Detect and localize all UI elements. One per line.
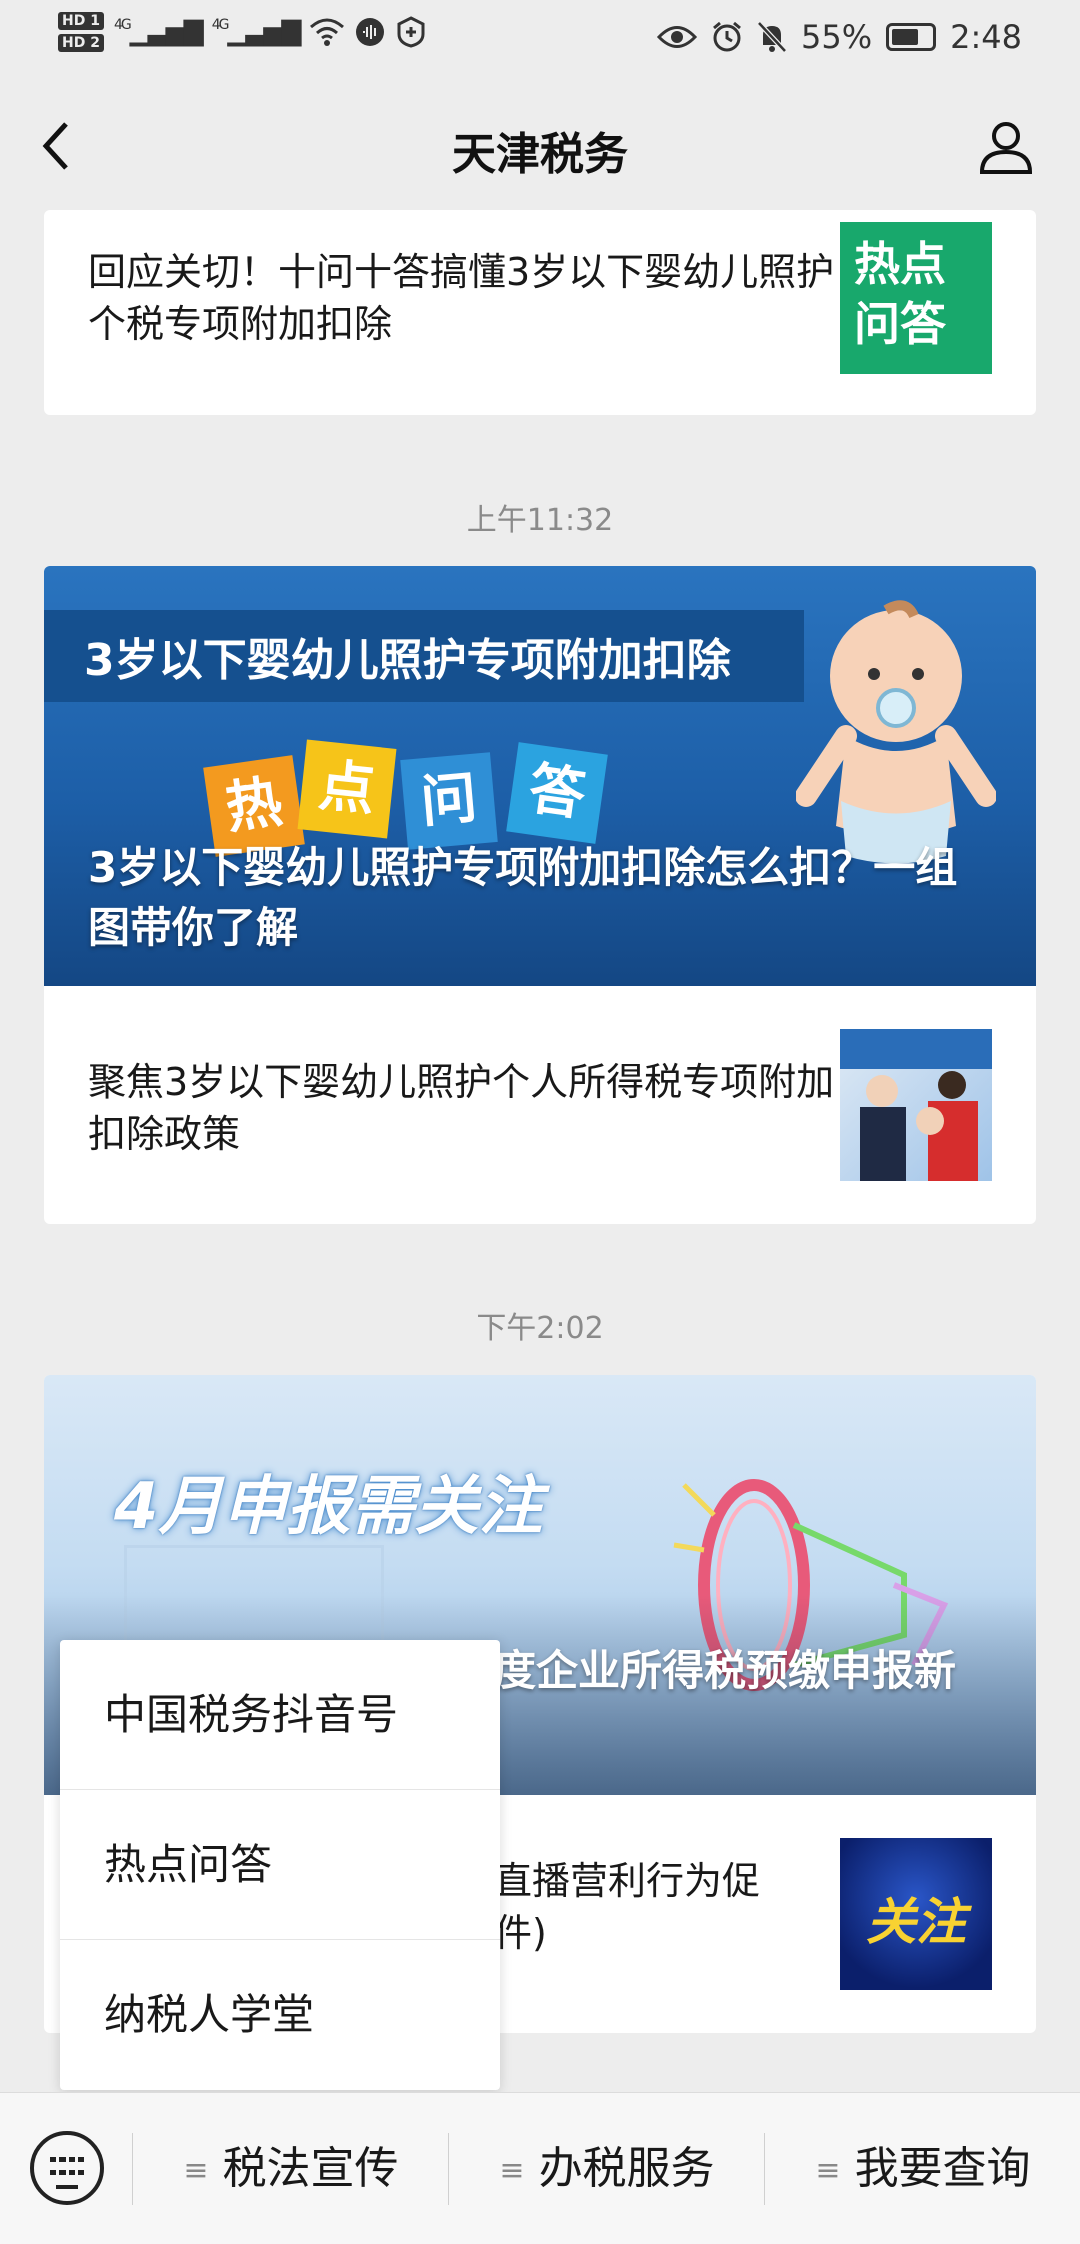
menu-lines-icon: ≡ — [499, 2153, 525, 2188]
hd2-badge: HD 2 — [58, 34, 104, 52]
mute-bell-icon — [757, 21, 787, 53]
divider — [132, 2133, 133, 2205]
article-title: 回应关切！十问十答搞懂3岁以下婴幼儿照护个税专项附加扣除 — [88, 250, 835, 346]
article-thumbnail: 热点 问答 — [840, 222, 992, 374]
banner-tag: 点 — [297, 739, 397, 839]
hd-indicators: HD 1 HD 2 — [58, 12, 104, 52]
signal-2-icon: 4G▁▃▅▇ — [211, 17, 302, 47]
banner-title: 度企业所得税预缴申报新 — [494, 1646, 957, 1695]
timestamp: 下午2:02 — [476, 1311, 604, 1346]
menu-lines-icon: ≡ — [183, 2153, 209, 2188]
menu-tax-law-promo[interactable]: ≡ 税法宣传 — [134, 2093, 448, 2244]
page-title: 天津税务 — [452, 129, 628, 180]
article-row[interactable]: 聚焦3岁以下婴幼儿照护个人所得税专项附加扣除政策 — [44, 986, 1036, 1224]
menu-label: 我要查询 — [854, 2143, 1031, 2194]
alarm-icon — [713, 21, 741, 52]
shield-icon — [397, 16, 425, 48]
menu-label: 税法宣传 — [222, 2143, 399, 2194]
battery-percent: 55% — [801, 18, 873, 56]
thumb-caption-1: 热点 — [854, 237, 946, 291]
article-thumbnail: 关注 — [840, 1838, 992, 1990]
banner-heading: 4月申报需关注 — [114, 1470, 543, 1544]
submenu-item-school[interactable]: 纳税人学堂 — [60, 1940, 500, 2090]
keyboard-icon — [50, 2157, 84, 2179]
article-title-fragment: 件) — [494, 1911, 547, 1955]
menu-lines-icon: ≡ — [815, 2153, 841, 2188]
keyboard-toggle-button[interactable] — [30, 2131, 104, 2205]
banner-heading: 3岁以下婴幼儿照护专项附加扣除 — [84, 635, 731, 686]
article-banner[interactable]: 3岁以下婴幼儿照护专项附加扣除 热 点 问 答 3岁以下婴幼儿照护专项附加扣除怎… — [44, 566, 1036, 986]
signal-1-icon: 4G▁▃▅▇ — [113, 17, 204, 47]
submenu-item-douyin[interactable]: 中国税务抖音号 — [60, 1640, 500, 1790]
banner-tag: 答 — [506, 742, 608, 844]
banner-tag: 问 — [400, 752, 498, 850]
menu-tax-service[interactable]: ≡ 办税服务 — [450, 2093, 764, 2244]
clock: 2:48 — [950, 18, 1022, 56]
profile-button[interactable] — [976, 116, 1036, 176]
wifi-icon — [310, 18, 345, 46]
submenu-popup: 中国税务抖音号 热点问答 纳税人学堂 — [60, 1640, 500, 2090]
menu-query[interactable]: ≡ 我要查询 — [766, 2093, 1080, 2244]
eye-icon — [657, 26, 698, 48]
article-thumbnail — [840, 1029, 992, 1181]
thumb-caption: 关注 — [866, 1893, 966, 1951]
thumb-caption-2: 问答 — [854, 297, 946, 351]
article-title-fragment: 直播营利行为促 — [494, 1859, 761, 1903]
menu-label: 办税服务 — [538, 2143, 715, 2194]
banner-title: 3岁以下婴幼儿照护专项附加扣除怎么扣？一组图带你了解 — [88, 843, 958, 952]
bottom-menu-bar: ≡ 税法宣传 ≡ 办税服务 ≡ 我要查询 — [0, 2092, 1080, 2244]
keyboard-spacebar — [56, 2185, 78, 2189]
article-title: 聚焦3岁以下婴幼儿照护个人所得税专项附加扣除政策 — [88, 1060, 835, 1156]
status-bar: HD 1 HD 2 4G▁▃▅▇ 4G▁▃▅▇ 55% 2:48 — [0, 0, 1080, 80]
nav-bar: 天津税务 — [0, 80, 1080, 210]
divider — [764, 2133, 765, 2205]
article-card[interactable]: 回应关切！十问十答搞懂3岁以下婴幼儿照护个税专项附加扣除 热点 问答 — [44, 210, 1036, 415]
battery-icon — [886, 23, 937, 51]
timestamp: 上午11:32 — [466, 503, 614, 538]
audio-icon — [356, 18, 385, 46]
user-icon — [979, 122, 1033, 174]
hd1-badge: HD 1 — [58, 12, 104, 30]
photo-placeholder-icon — [840, 1029, 992, 1181]
divider — [448, 2133, 449, 2205]
article-group-card: 3岁以下婴幼儿照护专项附加扣除 热 点 问 答 3岁以下婴幼儿照护专项附加扣除怎… — [44, 566, 1036, 1224]
submenu-item-faq[interactable]: 热点问答 — [60, 1790, 500, 1940]
